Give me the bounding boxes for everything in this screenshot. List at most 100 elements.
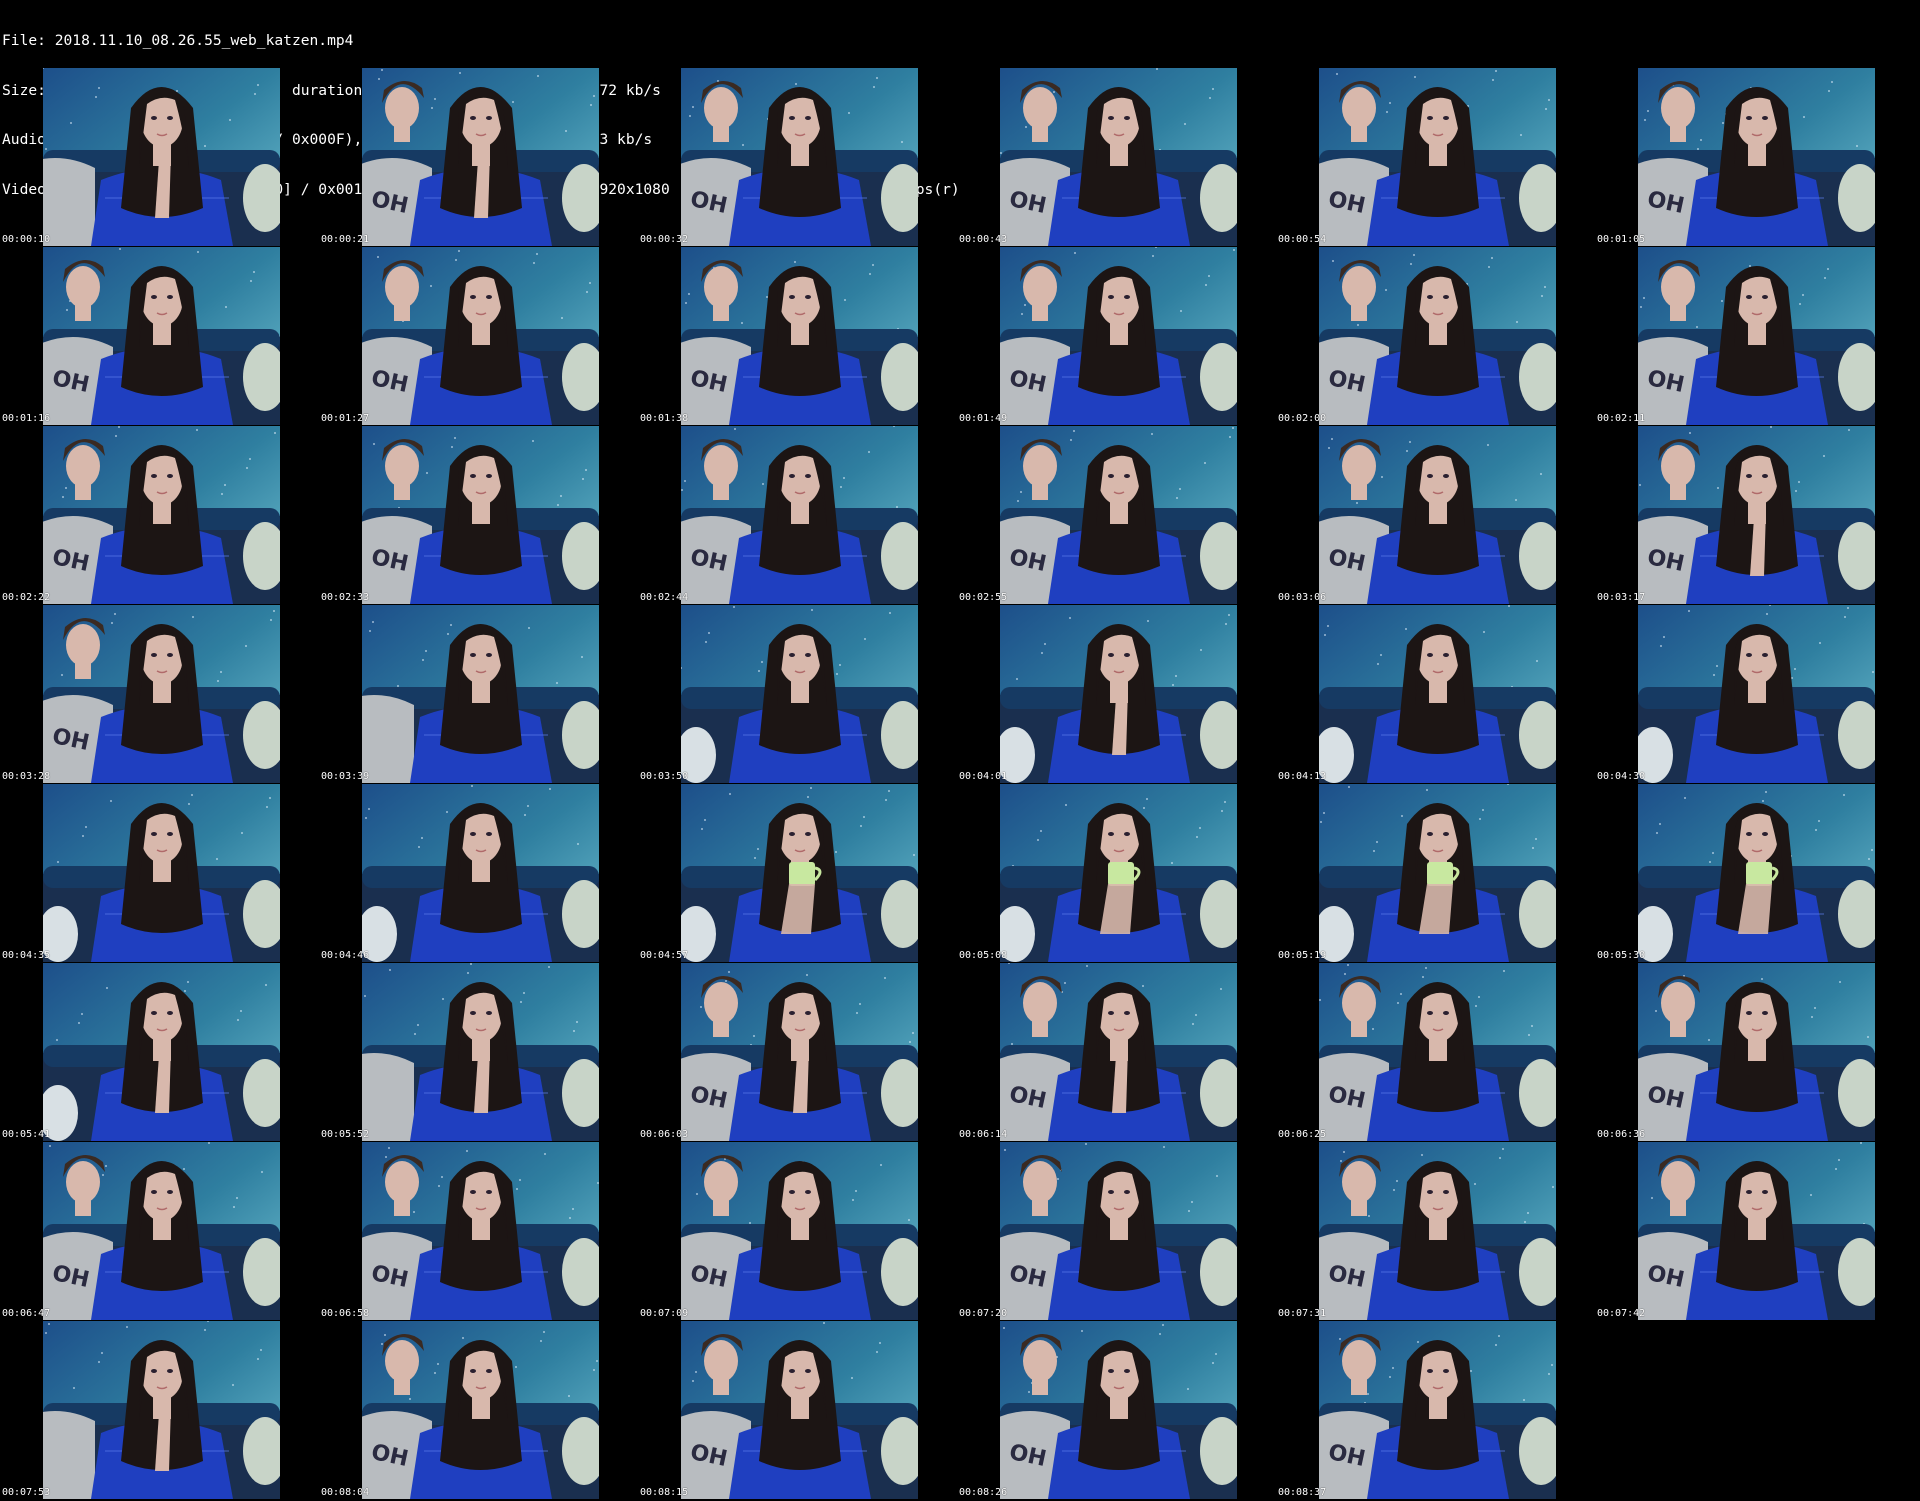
thumbnail-cell: OH 00:08:37 [1276,1321,1595,1500]
video-frame-thumbnail[interactable]: OH [1638,247,1875,425]
video-frame-thumbnail[interactable] [1319,605,1556,783]
video-frame-thumbnail[interactable] [1319,784,1556,962]
frame-timestamp: 00:04:57 [640,950,689,961]
video-frame-thumbnail[interactable]: OH [681,247,918,425]
frame-timestamp: 00:02:22 [2,592,51,603]
video-frame-thumbnail[interactable]: OH [681,426,918,604]
frame-timestamp: 00:01:49 [959,413,1008,424]
video-frame-thumbnail[interactable]: OH [681,1321,918,1499]
video-frame-thumbnail[interactable] [1000,784,1237,962]
thumbnail-cell: OH 00:08:04 [319,1321,638,1500]
video-frame-thumbnail[interactable] [362,963,599,1141]
video-frame-thumbnail[interactable]: OH [362,247,599,425]
frame-timestamp: 00:06:14 [959,1129,1008,1140]
thumbnail-cell: OH 00:02:11 [1595,247,1914,426]
frame-timestamp: 00:00:43 [959,234,1008,245]
video-frame-thumbnail[interactable]: OH [1638,963,1875,1141]
thumbnail-cell: OH 00:08:26 [957,1321,1276,1500]
frame-timestamp: 00:08:15 [640,1487,689,1498]
frame-timestamp: 00:04:35 [2,950,51,961]
video-frame-thumbnail[interactable]: OH [1000,247,1237,425]
video-frame-thumbnail[interactable]: OH [1319,247,1556,425]
frame-timestamp: 00:02:44 [640,592,689,603]
video-frame-thumbnail[interactable] [1638,605,1875,783]
frame-timestamp: 00:06:58 [321,1308,370,1319]
video-frame-thumbnail[interactable]: OH [362,1142,599,1320]
video-frame-thumbnail[interactable]: OH [1000,426,1237,604]
frame-timestamp: 00:01:38 [640,413,689,424]
video-frame-thumbnail[interactable] [1638,784,1875,962]
frame-timestamp: 00:04:01 [959,771,1008,782]
thumbnail-cell: 00:05:19 [1276,784,1595,963]
video-frame-thumbnail[interactable]: OH [1319,963,1556,1141]
video-frame-thumbnail[interactable] [1000,605,1237,783]
frame-timestamp: 00:02:00 [1278,413,1327,424]
thumbnail-cell: 00:04:01 [957,605,1276,784]
video-frame-thumbnail[interactable] [43,68,280,246]
video-frame-thumbnail[interactable]: OH [43,605,280,783]
video-frame-thumbnail[interactable]: OH [1319,426,1556,604]
video-frame-thumbnail[interactable] [681,784,918,962]
video-frame-thumbnail[interactable]: OH [681,1142,918,1320]
video-frame-thumbnail[interactable]: OH [43,247,280,425]
frame-timestamp: 00:03:50 [640,771,689,782]
thumbnail-cell: OH 00:00:21 [319,68,638,247]
video-frame-thumbnail[interactable]: OH [1000,1321,1237,1499]
thumbnail-cell: OH 00:01:27 [319,247,638,426]
thumbnail-cell: OH 00:03:28 [0,605,319,784]
thumbnail-cell: OH 00:07:20 [957,1142,1276,1321]
video-frame-thumbnail[interactable]: OH [1319,68,1556,246]
frame-timestamp: 00:03:17 [1597,592,1646,603]
frame-timestamp: 00:07:20 [959,1308,1008,1319]
thumbnail-cell: 00:00:10 [0,68,319,247]
video-frame-thumbnail[interactable] [43,784,280,962]
thumbnail-cell: 00:04:13 [1276,605,1595,784]
video-frame-thumbnail[interactable]: OH [43,426,280,604]
thumbnail-cell: 00:05:52 [319,963,638,1142]
thumbnail-cell: OH 00:06:14 [957,963,1276,1142]
video-frame-thumbnail[interactable]: OH [681,68,918,246]
video-frame-thumbnail[interactable]: OH [1638,68,1875,246]
thumbnail-cell: OH 00:01:49 [957,247,1276,426]
video-frame-thumbnail[interactable]: OH [1638,426,1875,604]
video-frame-thumbnail[interactable]: OH [1638,1142,1875,1320]
thumbnail-cell: OH 00:00:43 [957,68,1276,247]
frame-timestamp: 00:02:33 [321,592,370,603]
thumbnail-cell: 00:04:46 [319,784,638,963]
thumbnail-cell: 00:04:57 [638,784,957,963]
thumbnail-cell: OH 00:07:42 [1595,1142,1914,1321]
video-frame-thumbnail[interactable]: OH [1000,68,1237,246]
video-frame-thumbnail[interactable] [43,1321,280,1499]
frame-timestamp: 00:01:27 [321,413,370,424]
thumbnail-cell: 00:07:53 [0,1321,319,1500]
video-frame-thumbnail[interactable]: OH [362,1321,599,1499]
video-frame-thumbnail[interactable]: OH [362,68,599,246]
video-frame-thumbnail[interactable]: OH [1000,1142,1237,1320]
frame-timestamp: 00:06:25 [1278,1129,1327,1140]
video-frame-thumbnail[interactable]: OH [43,1142,280,1320]
frame-timestamp: 00:05:30 [1597,950,1646,961]
video-frame-thumbnail[interactable]: OH [681,963,918,1141]
thumbnail-cell: OH 00:06:58 [319,1142,638,1321]
video-frame-thumbnail[interactable]: OH [1319,1142,1556,1320]
frame-timestamp: 00:01:05 [1597,234,1646,245]
video-frame-thumbnail[interactable]: OH [362,426,599,604]
video-frame-thumbnail[interactable] [681,605,918,783]
frame-timestamp: 00:02:55 [959,592,1008,603]
video-frame-thumbnail[interactable]: OH [1319,1321,1556,1499]
video-frame-thumbnail[interactable] [362,605,599,783]
frame-timestamp: 00:00:54 [1278,234,1327,245]
thumbnail-cell: 00:05:08 [957,784,1276,963]
frame-timestamp: 00:00:21 [321,234,370,245]
thumbnail-cell: 00:04:30 [1595,605,1914,784]
frame-timestamp: 00:00:32 [640,234,689,245]
frame-timestamp: 00:03:28 [2,771,51,782]
video-frame-thumbnail[interactable]: OH [1000,963,1237,1141]
video-frame-thumbnail[interactable] [43,963,280,1141]
video-frame-thumbnail[interactable] [362,784,599,962]
thumbnail-cell: OH 00:03:06 [1276,426,1595,605]
frame-timestamp: 00:06:03 [640,1129,689,1140]
frame-timestamp: 00:08:37 [1278,1487,1327,1498]
thumbnail-grid: 00:00:10 OH 00:00:21 OH 00:00:32 OH 00:00:43 OH… [0,68,1920,1501]
thumbnail-cell: 00:03:39 [319,605,638,784]
